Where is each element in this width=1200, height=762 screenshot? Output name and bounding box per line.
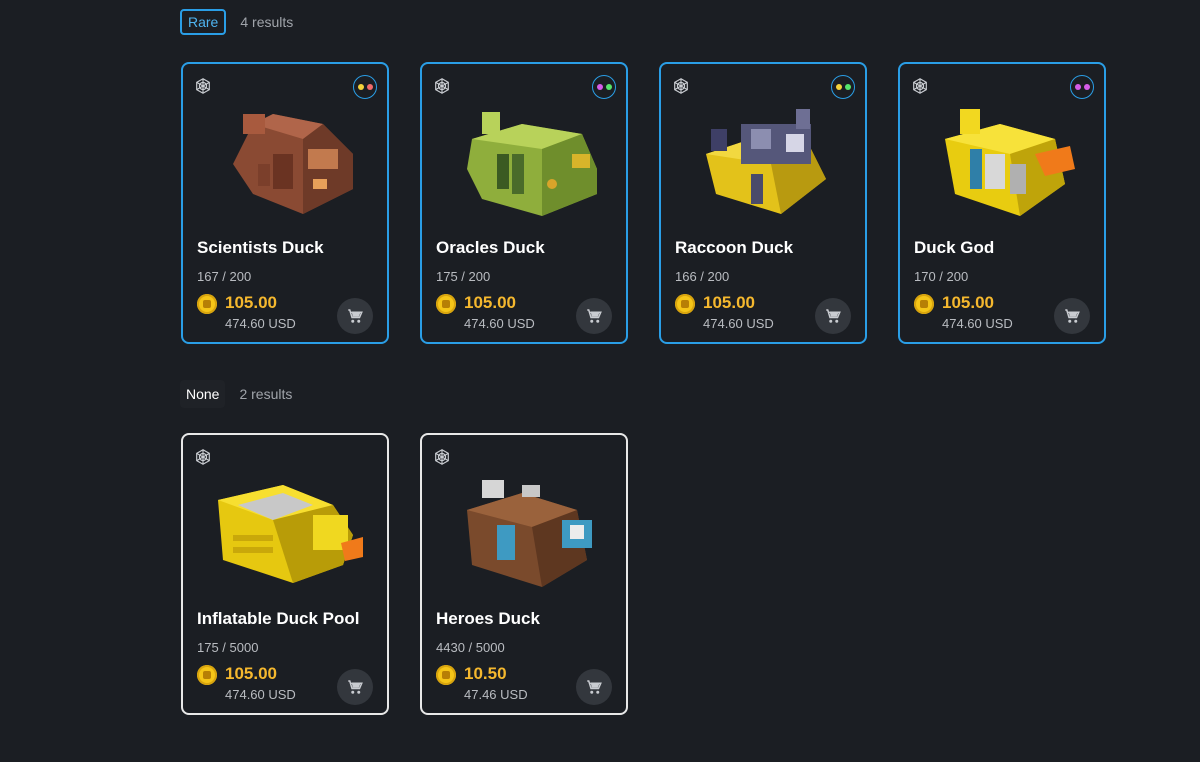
card-usd-price: 474.60 USD xyxy=(225,687,296,702)
egg-coin-icon xyxy=(197,665,217,685)
cart-icon xyxy=(587,680,602,694)
egg-coin-icon xyxy=(436,294,456,314)
card-supply: 166 / 200 xyxy=(675,269,730,284)
card-supply: 170 / 200 xyxy=(914,269,969,284)
card-usd-price: 47.46 USD xyxy=(464,687,528,702)
card-supply: 4430 / 5000 xyxy=(436,640,505,655)
web-globe-icon xyxy=(435,78,449,94)
card-price: 105.00 xyxy=(942,293,994,312)
heroes-duck-art xyxy=(467,480,592,587)
results-count: 2 results xyxy=(239,386,293,402)
cart-icon xyxy=(348,309,363,323)
egg-coin-icon xyxy=(675,294,695,314)
card-usd-price: 474.60 USD xyxy=(703,316,774,331)
card-title: Oracles Duck xyxy=(436,238,545,257)
scientists-duck-art xyxy=(233,114,353,214)
web-globe-icon xyxy=(674,78,688,94)
egg-coin-icon xyxy=(436,665,456,685)
raccoon-duck-art xyxy=(706,109,826,214)
web-globe-icon xyxy=(196,78,210,94)
web-globe-icon xyxy=(196,449,210,465)
duck-god-art xyxy=(945,109,1075,216)
card-usd-price: 474.60 USD xyxy=(464,316,535,331)
web-globe-icon xyxy=(435,449,449,465)
inflatable-duck-pool-art xyxy=(218,485,363,583)
add-to-cart-button[interactable] xyxy=(337,669,373,705)
web-globe-icon xyxy=(913,78,927,94)
card-usd-price: 474.60 USD xyxy=(225,316,296,331)
card-title: Duck God xyxy=(914,238,995,257)
card-price: 10.50 xyxy=(464,664,507,683)
section-header-none: None 2 results xyxy=(180,380,292,408)
card-supply: 167 / 200 xyxy=(197,269,252,284)
nft-card-heroes-duck[interactable]: Heroes Duck 4430 / 5000 10.50 47.46 USD xyxy=(420,433,628,715)
egg-coin-icon xyxy=(197,294,217,314)
add-to-cart-button[interactable] xyxy=(815,298,851,334)
section-header-rare: Rare 4 results xyxy=(180,9,293,35)
rarity-tag-none[interactable]: None xyxy=(180,380,226,408)
cart-icon xyxy=(826,309,841,323)
card-price: 105.00 xyxy=(703,293,755,312)
nft-card-raccoon-duck[interactable]: Raccoon Duck 166 / 200 105.00 474.60 USD xyxy=(659,62,867,344)
add-to-cart-button[interactable] xyxy=(576,298,612,334)
card-title: Raccoon Duck xyxy=(675,238,794,257)
nft-card-duck-god[interactable]: Duck God 170 / 200 105.00 474.60 USD xyxy=(898,62,1106,344)
nft-card-scientists-duck[interactable]: Scientists Duck 167 / 200 105.00 474.60 … xyxy=(181,62,389,344)
cart-icon xyxy=(348,680,363,694)
cart-icon xyxy=(1065,309,1080,323)
egg-coin-icon xyxy=(914,294,934,314)
card-price: 105.00 xyxy=(464,293,516,312)
card-usd-price: 474.60 USD xyxy=(942,316,1013,331)
rarity-tag-rare[interactable]: Rare xyxy=(180,9,227,35)
nft-card-inflatable-duck-pool[interactable]: Inflatable Duck Pool 175 / 5000 105.00 4… xyxy=(181,433,389,715)
card-price: 105.00 xyxy=(225,293,277,312)
card-title: Inflatable Duck Pool xyxy=(197,609,360,628)
oracles-duck-art xyxy=(467,112,597,216)
add-to-cart-button[interactable] xyxy=(576,669,612,705)
card-title: Heroes Duck xyxy=(436,609,540,628)
add-to-cart-button[interactable] xyxy=(1054,298,1090,334)
add-to-cart-button[interactable] xyxy=(337,298,373,334)
card-supply: 175 / 5000 xyxy=(197,640,259,655)
results-count: 4 results xyxy=(240,14,294,30)
card-supply: 175 / 200 xyxy=(436,269,491,284)
card-title: Scientists Duck xyxy=(197,238,324,257)
nft-card-oracles-duck[interactable]: Oracles Duck 175 / 200 105.00 474.60 USD xyxy=(420,62,628,344)
cart-icon xyxy=(587,309,602,323)
card-price: 105.00 xyxy=(225,664,277,683)
